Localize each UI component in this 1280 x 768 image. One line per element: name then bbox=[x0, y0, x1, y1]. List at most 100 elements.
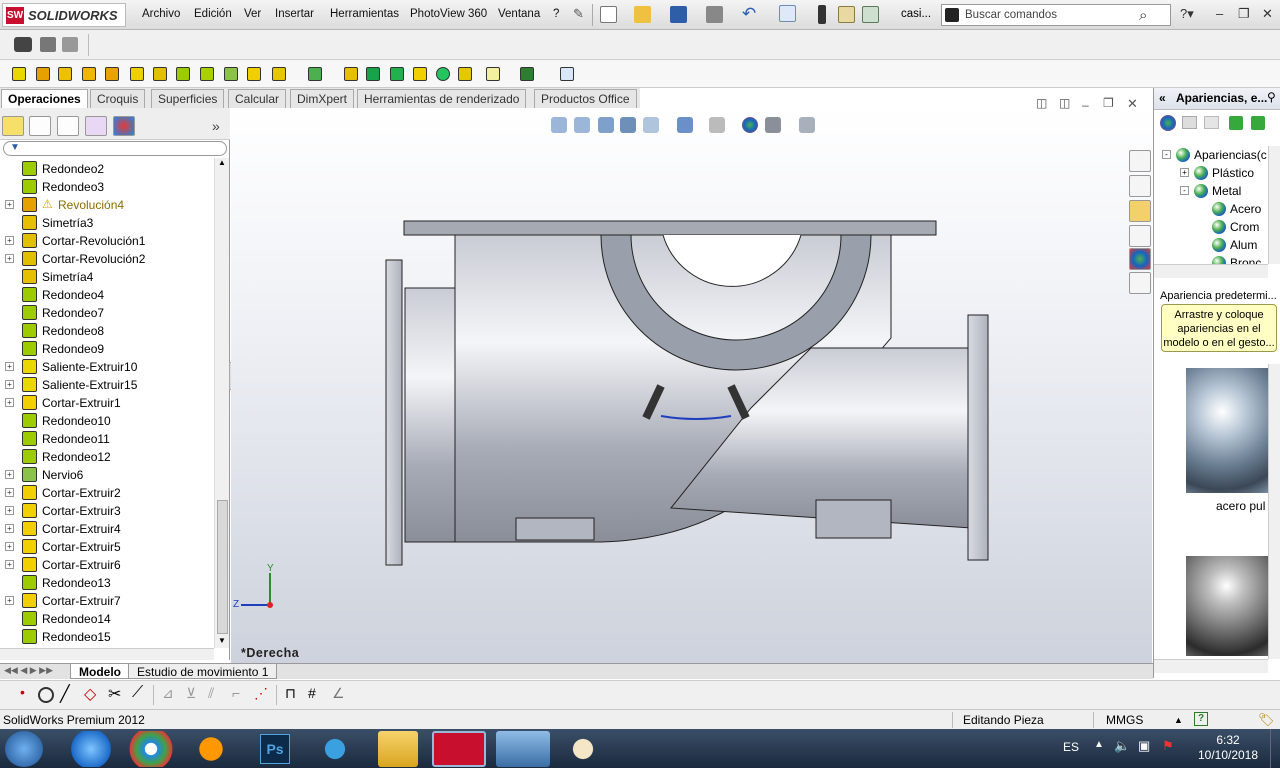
expand-toggle[interactable]: + bbox=[5, 596, 14, 605]
appearance-swatch-chrome[interactable] bbox=[1186, 556, 1276, 656]
open-folder-icon[interactable] bbox=[634, 6, 651, 23]
feature-tree-item[interactable]: + Cortar-Extruir1 bbox=[0, 394, 214, 412]
circle-icon[interactable] bbox=[38, 687, 54, 703]
view-settings-icon[interactable] bbox=[799, 117, 815, 133]
rib-icon[interactable] bbox=[224, 67, 238, 81]
search-icon[interactable]: ⌕ bbox=[1139, 7, 1147, 24]
previous-view-icon[interactable] bbox=[598, 117, 614, 133]
select-arrow-icon[interactable] bbox=[779, 5, 796, 22]
feature-tree-item[interactable]: Redondeo11 bbox=[0, 430, 214, 448]
file-explorer-icon[interactable] bbox=[1129, 200, 1151, 222]
tab-herramientas-renderizado[interactable]: Herramientas de renderizado bbox=[357, 89, 527, 108]
swatch-hscroll[interactable] bbox=[1154, 659, 1268, 673]
file-explorer-icon[interactable] bbox=[378, 731, 418, 767]
feature-tree-item[interactable]: + Saliente-Extruir10 bbox=[0, 358, 214, 376]
expand-toggle[interactable]: + bbox=[5, 542, 14, 551]
feature-tree-item[interactable]: Redondeo2 bbox=[0, 160, 214, 178]
pin-icon[interactable]: ✎ bbox=[573, 6, 584, 22]
expand-toggle[interactable]: - bbox=[1180, 186, 1189, 195]
feature-tree-item[interactable]: + Cortar-Extruir7 bbox=[0, 592, 214, 610]
revolve-cut-icon[interactable] bbox=[153, 67, 167, 81]
feature-tree-item[interactable]: Redondeo3 bbox=[0, 178, 214, 196]
restore-icon[interactable]: ❐ bbox=[1238, 6, 1250, 22]
tree-filter-input[interactable]: ▼ bbox=[3, 141, 227, 156]
trim-icon[interactable]: ✂ bbox=[108, 684, 121, 704]
unit-system-selector[interactable]: MMGS bbox=[1106, 713, 1143, 727]
home-icon[interactable] bbox=[1129, 150, 1151, 172]
edit-appearance-icon[interactable] bbox=[742, 117, 758, 133]
graphics-area[interactable]: ◫ ◫ – ❐ ✕ Y Z *Derecha bbox=[231, 96, 1152, 663]
show-desktop-button[interactable] bbox=[1270, 729, 1280, 768]
expand-toggle[interactable]: + bbox=[5, 398, 14, 407]
tab-operaciones[interactable]: Operaciones bbox=[1, 89, 88, 108]
help-question-icon[interactable]: ? bbox=[1194, 712, 1208, 726]
tool-icon[interactable] bbox=[40, 37, 56, 52]
section-view-icon[interactable] bbox=[620, 117, 636, 133]
appearances-tree-scrollbar[interactable] bbox=[1268, 146, 1280, 264]
deform-icon[interactable] bbox=[458, 67, 472, 81]
expand-chevron-icon[interactable]: » bbox=[212, 118, 220, 134]
picture-viewer-icon[interactable] bbox=[496, 731, 550, 767]
scroll-down-icon[interactable]: ▼ bbox=[218, 636, 226, 645]
viewport-split-icon[interactable]: ◫ bbox=[1036, 96, 1047, 110]
feature-tree-item[interactable]: + Saliente-Extruir15 bbox=[0, 376, 214, 394]
scroll-up-icon[interactable]: ▲ bbox=[218, 158, 226, 167]
appearances-tab-icon[interactable] bbox=[1129, 248, 1151, 270]
feature-tree-item[interactable]: Redondeo9 bbox=[0, 340, 214, 358]
feature-tree-item[interactable]: Redondeo7 bbox=[0, 304, 214, 322]
refresh-icon[interactable] bbox=[1229, 116, 1243, 130]
loft-icon[interactable] bbox=[82, 67, 96, 81]
hide-show-items-icon[interactable] bbox=[709, 117, 725, 133]
apply-scene-icon[interactable] bbox=[765, 117, 781, 133]
appearance-add-icon[interactable] bbox=[1160, 115, 1176, 131]
scroll-thumb[interactable] bbox=[217, 500, 228, 634]
tab-superficies[interactable]: Superficies bbox=[151, 89, 225, 108]
viewport-split-icon[interactable]: ◫ bbox=[1059, 96, 1070, 110]
menu-edicion[interactable]: Edición bbox=[194, 8, 232, 20]
property-manager-icon[interactable] bbox=[29, 116, 51, 136]
menu-ver[interactable]: Ver bbox=[244, 8, 261, 20]
expand-toggle[interactable]: + bbox=[5, 470, 14, 479]
system-clock[interactable]: 6:32 10/10/2018 bbox=[1190, 733, 1266, 763]
volume-icon[interactable]: 🔈 bbox=[1114, 738, 1130, 754]
menu-help[interactable]: ? bbox=[553, 8, 559, 20]
dimxpert-manager-icon[interactable] bbox=[85, 116, 107, 136]
file-properties-icon[interactable] bbox=[838, 6, 855, 23]
feature-tree-item[interactable]: + Cortar-Revolución1 bbox=[0, 232, 214, 250]
feature-tree-item[interactable]: + Cortar-Extruir5 bbox=[0, 538, 214, 556]
view-orientation-icon[interactable] bbox=[643, 117, 659, 133]
tab-productos-office[interactable]: Productos Office bbox=[534, 89, 637, 108]
extrude-boss-icon[interactable] bbox=[12, 67, 26, 81]
linear-pattern-icon[interactable] bbox=[308, 67, 322, 81]
units-dropdown-icon[interactable]: ▲ bbox=[1174, 715, 1183, 725]
tab-calcular[interactable]: Calcular bbox=[228, 89, 287, 108]
angle-icon[interactable]: ∠ bbox=[332, 685, 345, 702]
expand-toggle[interactable]: + bbox=[5, 380, 14, 389]
fillet-icon[interactable] bbox=[176, 67, 190, 81]
mirror-entities-icon[interactable]: ⊻ bbox=[186, 685, 196, 702]
minimize-icon[interactable]: – bbox=[1216, 6, 1223, 21]
tag-icon[interactable]: 🏷 bbox=[1258, 712, 1275, 728]
draft-icon[interactable] bbox=[272, 67, 286, 81]
show-hidden-icons-icon[interactable]: ▲ bbox=[1094, 739, 1104, 750]
design-library-icon[interactable] bbox=[1129, 175, 1151, 197]
line-icon[interactable]: ╱ bbox=[60, 684, 70, 704]
feature-tree-item[interactable]: + Cortar-Extruir4 bbox=[0, 520, 214, 538]
tool-icon[interactable] bbox=[62, 37, 78, 52]
revolve-boss-icon[interactable] bbox=[36, 67, 50, 81]
internet-explorer-icon[interactable] bbox=[64, 731, 118, 767]
feature-tree-item[interactable]: Redondeo12 bbox=[0, 448, 214, 466]
help-icon[interactable]: ?▾ bbox=[1180, 6, 1194, 22]
part-model[interactable] bbox=[371, 208, 1011, 578]
language-indicator[interactable]: ES bbox=[1063, 740, 1079, 754]
feature-tree-item[interactable]: + Cortar-Extruir3 bbox=[0, 502, 214, 520]
zoom-to-area-icon[interactable] bbox=[574, 117, 590, 133]
mirror-icon[interactable] bbox=[344, 67, 358, 81]
menu-ventana[interactable]: Ventana bbox=[498, 8, 540, 20]
close-icon[interactable]: ✕ bbox=[1262, 6, 1273, 22]
feature-tree-item[interactable]: + Nervio6 bbox=[0, 466, 214, 484]
display-manager-icon[interactable] bbox=[113, 116, 135, 136]
new-document-icon[interactable] bbox=[600, 6, 617, 23]
swatch-scrollbar[interactable] bbox=[1268, 364, 1280, 659]
extrude-cut-icon[interactable] bbox=[105, 67, 119, 81]
